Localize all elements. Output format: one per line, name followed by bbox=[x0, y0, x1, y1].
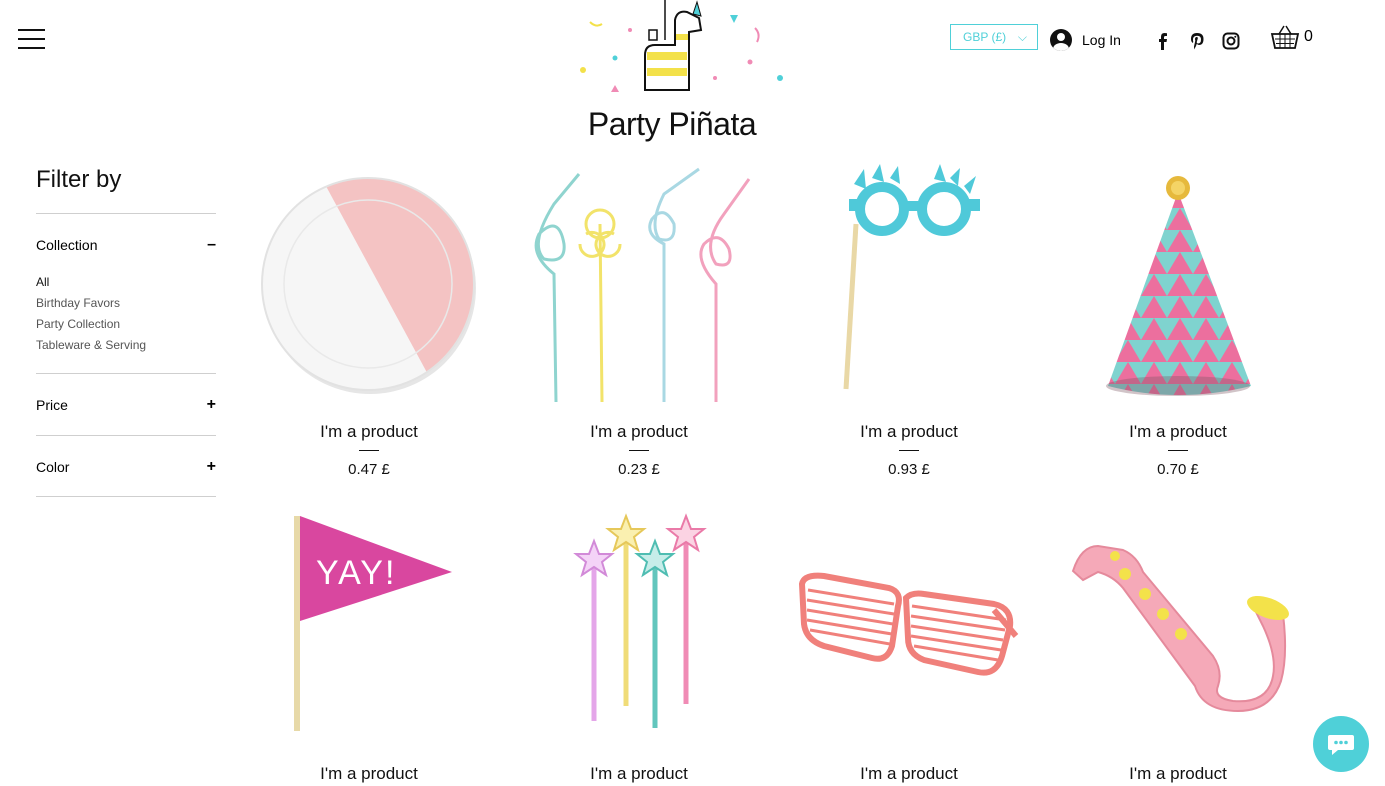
product-name[interactable]: I'm a product bbox=[1063, 422, 1293, 442]
brand-name[interactable]: Party Piñata bbox=[572, 106, 772, 143]
product-card[interactable]: I'm a product 0.70 £ bbox=[1063, 164, 1293, 478]
product-image-party-glasses[interactable] bbox=[794, 164, 1024, 404]
collapse-icon: – bbox=[207, 236, 216, 253]
divider bbox=[36, 373, 216, 374]
facebook-icon[interactable] bbox=[1154, 32, 1172, 50]
collection-item-birthday-favors[interactable]: Birthday Favors bbox=[36, 295, 146, 316]
pinata-logo[interactable] bbox=[575, 0, 785, 100]
divider bbox=[359, 450, 379, 451]
menu-icon[interactable] bbox=[18, 29, 45, 49]
product-card[interactable]: I'm a product 0.23 £ bbox=[524, 164, 754, 478]
collection-list: All Birthday Favors Party Collection Tab… bbox=[36, 274, 146, 358]
divider bbox=[1168, 450, 1188, 451]
product-name[interactable]: I'm a product bbox=[524, 764, 754, 784]
divider bbox=[899, 450, 919, 451]
product-price: 0.70 £ bbox=[1157, 461, 1199, 478]
product-card[interactable]: I'm a product bbox=[524, 506, 754, 784]
product-image-toy-saxophone[interactable] bbox=[1063, 506, 1293, 746]
login-label: Log In bbox=[1082, 32, 1121, 48]
instagram-icon[interactable] bbox=[1222, 32, 1240, 50]
price-filter-toggle[interactable]: Price + bbox=[36, 396, 216, 414]
product-price: 0.23 £ bbox=[618, 461, 660, 478]
product-image-yay-flag[interactable]: YAY! bbox=[254, 506, 484, 746]
collection-label: Collection bbox=[36, 237, 98, 253]
price-label: Price bbox=[36, 397, 68, 413]
product-card[interactable]: YAY! I'm a product bbox=[254, 506, 484, 784]
toy-saxophone-icon bbox=[1071, 544, 1289, 713]
user-icon bbox=[1050, 29, 1072, 51]
cart-count: 0 bbox=[1304, 28, 1313, 45]
yay-flag-icon: YAY! bbox=[294, 516, 452, 731]
party-glasses-icon bbox=[843, 164, 980, 390]
product-image-party-hat[interactable] bbox=[1063, 164, 1293, 404]
star-wands-icon bbox=[573, 513, 707, 728]
product-name[interactable]: I'm a product bbox=[794, 764, 1024, 784]
paper-plate-icon bbox=[261, 177, 476, 394]
basket-icon bbox=[1270, 25, 1300, 49]
divider bbox=[36, 435, 216, 436]
product-card[interactable]: I'm a product bbox=[1063, 506, 1293, 784]
product-name[interactable]: I'm a product bbox=[794, 422, 1024, 442]
curly-straws-icon bbox=[534, 167, 751, 403]
color-filter-toggle[interactable]: Color + bbox=[36, 458, 216, 476]
collection-item-party-collection[interactable]: Party Collection bbox=[36, 316, 146, 337]
product-name[interactable]: I'm a product bbox=[524, 422, 754, 442]
product-card[interactable]: I'm a product 0.93 £ bbox=[794, 164, 1024, 478]
shutter-glasses-icon bbox=[798, 572, 1019, 676]
product-card[interactable]: I'm a product 0.47 £ bbox=[254, 164, 484, 478]
product-price: 0.47 £ bbox=[348, 461, 390, 478]
color-label: Color bbox=[36, 459, 70, 475]
product-card[interactable]: I'm a product bbox=[794, 506, 1024, 784]
product-name[interactable]: I'm a product bbox=[1063, 764, 1293, 784]
collection-filter-toggle[interactable]: Collection – bbox=[36, 236, 216, 254]
product-price: 0.93 £ bbox=[888, 461, 930, 478]
chat-icon bbox=[1328, 735, 1354, 755]
flag-text: YAY! bbox=[316, 554, 396, 592]
product-image-star-wands[interactable] bbox=[524, 506, 754, 746]
chevron-down-icon: ⌵ bbox=[1017, 29, 1027, 44]
login-button[interactable]: Log In bbox=[1050, 28, 1121, 52]
chat-button[interactable] bbox=[1313, 716, 1369, 772]
cart-button[interactable]: 0 bbox=[1270, 22, 1330, 52]
pinterest-icon[interactable] bbox=[1188, 32, 1206, 50]
currency-select[interactable]: GBP (£) ⌵ bbox=[950, 24, 1038, 50]
collection-item-all[interactable]: All bbox=[36, 274, 146, 295]
divider bbox=[36, 496, 216, 497]
divider bbox=[629, 450, 649, 451]
product-image-curly-straws[interactable] bbox=[524, 164, 754, 404]
currency-label: GBP (£) bbox=[963, 30, 1007, 44]
product-image-shutter-glasses[interactable] bbox=[794, 506, 1024, 746]
divider bbox=[36, 213, 216, 214]
product-name[interactable]: I'm a product bbox=[254, 764, 484, 784]
product-name[interactable]: I'm a product bbox=[254, 422, 484, 442]
expand-icon: + bbox=[206, 458, 216, 475]
collection-item-tableware[interactable]: Tableware & Serving bbox=[36, 337, 146, 358]
filter-title: Filter by bbox=[36, 166, 122, 193]
party-hat-icon bbox=[1106, 176, 1251, 396]
expand-icon: + bbox=[206, 396, 216, 413]
product-image-paper-plate[interactable] bbox=[254, 164, 484, 404]
